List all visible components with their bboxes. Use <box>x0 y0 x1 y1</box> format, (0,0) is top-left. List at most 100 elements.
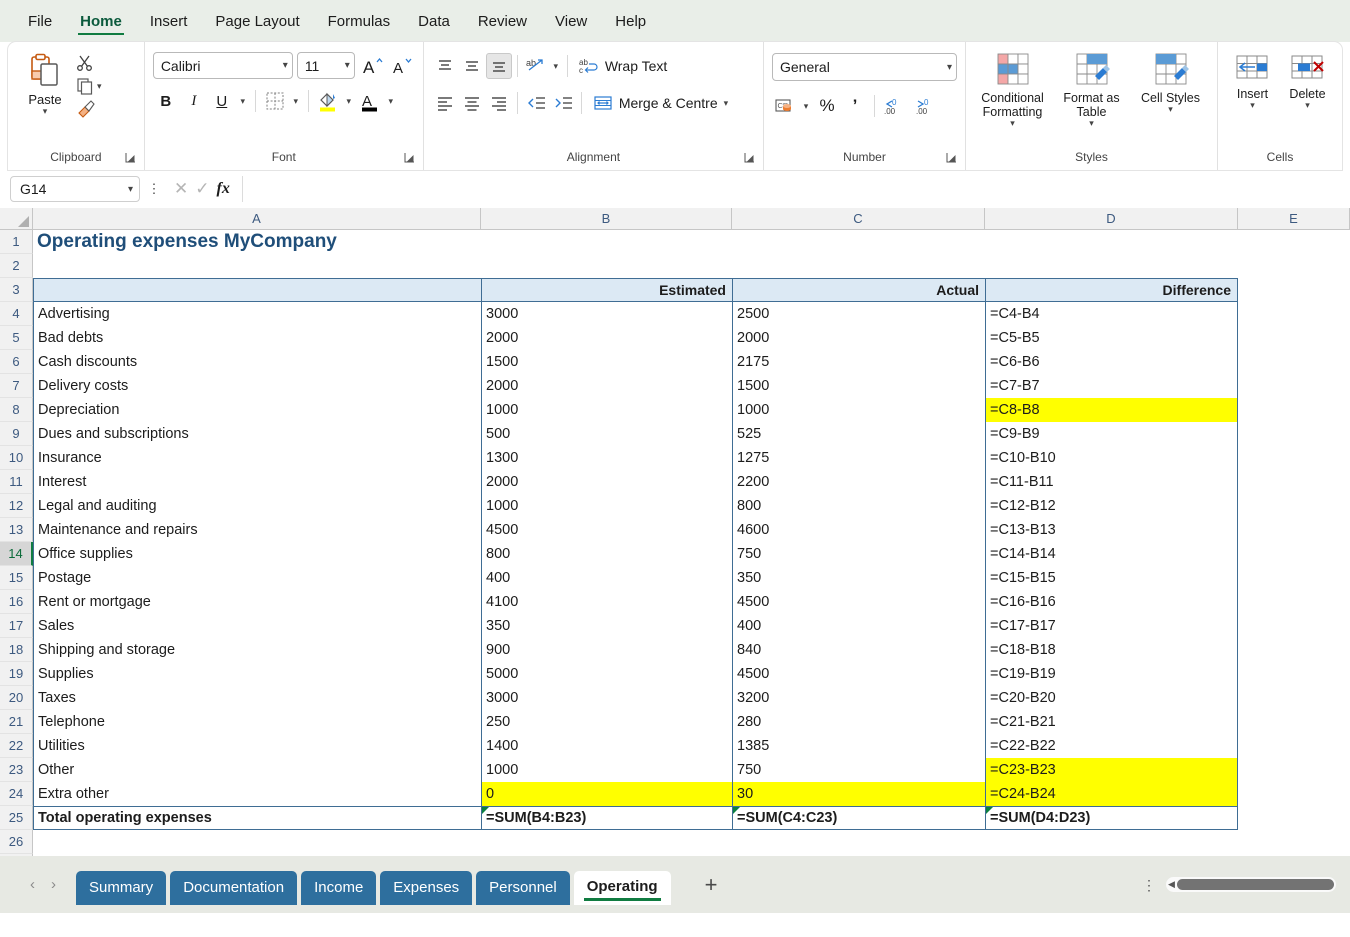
cell-a6[interactable]: Cash discounts <box>33 350 481 374</box>
align-center-button[interactable] <box>459 90 485 116</box>
cell-d13[interactable]: =C13-B13 <box>985 518 1238 542</box>
ribbon-tab-page-layout[interactable]: Page Layout <box>201 4 313 38</box>
cell-c6[interactable]: 2175 <box>732 350 985 374</box>
cell-a19[interactable]: Supplies <box>33 662 481 686</box>
cell-a15[interactable]: Postage <box>33 566 481 590</box>
ribbon-tab-insert[interactable]: Insert <box>136 4 202 38</box>
cell-d26[interactable] <box>985 830 1238 854</box>
add-sheet-icon[interactable]: + <box>691 873 732 896</box>
column-header-e[interactable]: E <box>1238 208 1350 229</box>
row-header-6[interactable]: 6 <box>0 350 33 374</box>
cell-d22[interactable]: =C22-B22 <box>985 734 1238 758</box>
cell-d21[interactable]: =C21-B21 <box>985 710 1238 734</box>
cell-b10[interactable]: 1300 <box>481 446 732 470</box>
cell-d9[interactable]: =C9-B9 <box>985 422 1238 446</box>
increase-decimal-button[interactable]: 0.00 <box>881 93 911 119</box>
row-header-20[interactable]: 20 <box>0 686 33 710</box>
cell-a23[interactable]: Other <box>33 758 481 782</box>
cell-a1[interactable]: Operating expenses MyCompany <box>33 230 733 254</box>
cell-b13[interactable]: 4500 <box>481 518 732 542</box>
merge-and-centre-button[interactable]: Merge & Centre ▾ <box>587 91 734 115</box>
font-color-button[interactable]: A <box>357 88 383 114</box>
formula-input[interactable] <box>241 176 1340 202</box>
cell-b2[interactable] <box>481 254 732 278</box>
decrease-font-size-button[interactable]: A <box>389 53 415 79</box>
cell-a14[interactable]: Office supplies <box>33 542 481 566</box>
previous-sheet-icon[interactable]: ‹ <box>30 876 35 893</box>
cell-b15[interactable]: 400 <box>481 566 732 590</box>
name-box[interactable]: G14 ▾ <box>10 176 140 202</box>
cell-d20[interactable]: =C20-B20 <box>985 686 1238 710</box>
cell-e13[interactable] <box>1238 518 1350 542</box>
sheet-overflow-icon[interactable]: ⋮ <box>1142 878 1156 892</box>
cell-e23[interactable] <box>1238 758 1350 782</box>
cell-c25[interactable]: =SUM(C4:C23) <box>732 806 985 830</box>
cell-a5[interactable]: Bad debts <box>33 326 481 350</box>
sheet-tab-expenses[interactable]: Expenses <box>380 870 473 905</box>
ribbon-tab-review[interactable]: Review <box>464 4 541 38</box>
chevron-down-icon[interactable]: ▾ <box>385 96 397 107</box>
cut-button[interactable] <box>76 54 102 72</box>
cell-e7[interactable] <box>1238 374 1350 398</box>
cell-a2[interactable] <box>33 254 481 278</box>
cell-b19[interactable]: 5000 <box>481 662 732 686</box>
row-header-16[interactable]: 16 <box>0 590 33 614</box>
sheet-tab-operating[interactable]: Operating <box>573 870 671 905</box>
wrap-text-button[interactable]: ab c Wrap Text <box>573 54 674 78</box>
cell-a10[interactable]: Insurance <box>33 446 481 470</box>
cell-d6[interactable]: =C6-B6 <box>985 350 1238 374</box>
cell-c24[interactable]: 30 <box>732 782 985 806</box>
cell-a17[interactable]: Sales <box>33 614 481 638</box>
column-header-d[interactable]: D <box>985 208 1238 229</box>
cell-d4[interactable]: =C4-B4 <box>985 302 1238 326</box>
cell-a25[interactable]: Total operating expenses <box>33 806 481 830</box>
ribbon-tab-help[interactable]: Help <box>601 4 660 38</box>
cell-b14[interactable]: 800 <box>481 542 732 566</box>
cell-a12[interactable]: Legal and auditing <box>33 494 481 518</box>
cell-e2[interactable] <box>1238 254 1350 278</box>
cell-b5[interactable]: 2000 <box>481 326 732 350</box>
cell-b25[interactable]: =SUM(B4:B23) <box>481 806 732 830</box>
cell-d2[interactable] <box>985 254 1238 278</box>
cell-d7[interactable]: =C7-B7 <box>985 374 1238 398</box>
cell-c4[interactable]: 2500 <box>732 302 985 326</box>
increase-font-size-button[interactable]: A <box>359 53 385 79</box>
align-bottom-button[interactable] <box>485 53 512 79</box>
cell-c16[interactable]: 4500 <box>732 590 985 614</box>
column-header-c[interactable]: C <box>732 208 985 229</box>
cell-a24[interactable]: Extra other <box>33 782 481 806</box>
cell-c7[interactable]: 1500 <box>732 374 985 398</box>
cell-e12[interactable] <box>1238 494 1350 518</box>
delete-cells-button[interactable]: Delete ▾ <box>1281 48 1334 110</box>
chevron-down-icon[interactable]: ▾ <box>1305 101 1310 110</box>
cell-e25[interactable] <box>1238 806 1350 830</box>
horizontal-scrollbar[interactable]: ◀ <box>1166 877 1336 892</box>
column-header-a[interactable]: A <box>33 208 481 229</box>
chevron-down-icon[interactable]: ▾ <box>1168 105 1173 114</box>
cell-d8[interactable]: =C8-B8 <box>985 398 1238 422</box>
cell-a13[interactable]: Maintenance and repairs <box>33 518 481 542</box>
cell-a26[interactable] <box>33 830 481 854</box>
select-all-corner[interactable] <box>0 208 33 229</box>
cell-b27[interactable] <box>481 854 732 856</box>
cell-e3[interactable] <box>1238 278 1350 302</box>
cancel-entry-icon[interactable]: ✕ <box>174 179 188 199</box>
row-header-3[interactable]: 3 <box>0 278 33 302</box>
row-header-5[interactable]: 5 <box>0 326 33 350</box>
accounting-format-button[interactable]: CR <box>772 93 798 119</box>
cell-a18[interactable]: Shipping and storage <box>33 638 481 662</box>
cell-b16[interactable]: 4100 <box>481 590 732 614</box>
conditional-formatting-button[interactable]: Conditional Formatting ▾ <box>974 48 1051 128</box>
cell-d23[interactable]: =C23-B23 <box>985 758 1238 782</box>
cell-e8[interactable] <box>1238 398 1350 422</box>
chevron-down-icon[interactable]: ▾ <box>237 96 249 107</box>
cell-e17[interactable] <box>1238 614 1350 638</box>
row-header-2[interactable]: 2 <box>0 254 33 278</box>
cell-a3[interactable] <box>33 278 481 302</box>
cell-d24[interactable]: =C24-B24 <box>985 782 1238 806</box>
ribbon-tab-file[interactable]: File <box>14 4 66 38</box>
ribbon-tab-formulas[interactable]: Formulas <box>314 4 405 38</box>
cell-d10[interactable]: =C10-B10 <box>985 446 1238 470</box>
cell-a11[interactable]: Interest <box>33 470 481 494</box>
cell-d14[interactable]: =C14-B14 <box>985 542 1238 566</box>
